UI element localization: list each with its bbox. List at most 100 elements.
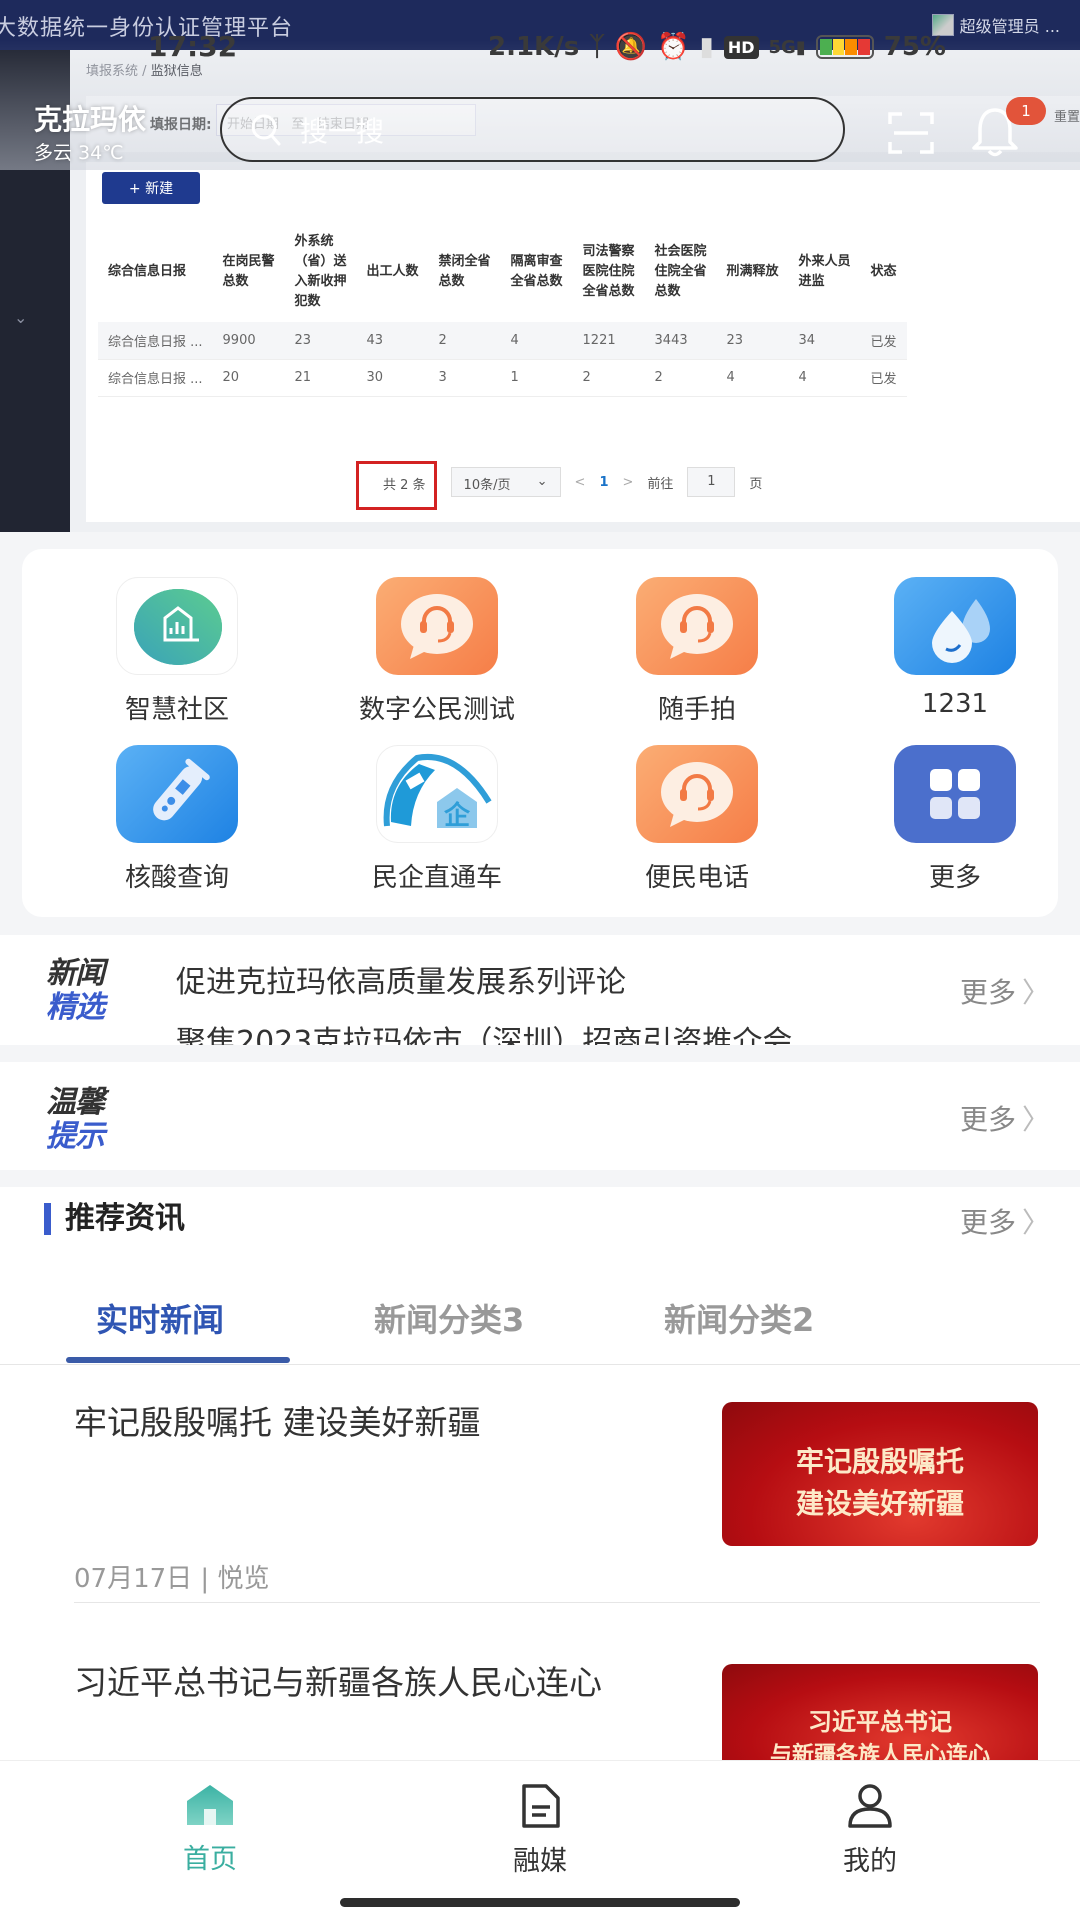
service-label: 更多 xyxy=(928,863,981,893)
hd-icon: HD xyxy=(723,35,759,59)
table-cell: 23 xyxy=(716,322,789,360)
battery-percent: 75% xyxy=(883,32,946,62)
page-size-select: 10条/页 ⌄ xyxy=(450,467,561,497)
table-header: 社会医院住院全省总数 xyxy=(654,244,707,299)
page-unit: 页 xyxy=(749,476,763,492)
table-header: 外系统（省）送入新收押犯数 xyxy=(294,234,347,309)
thumb-line: 与新疆各族人民心连心 xyxy=(769,1743,990,1760)
home-indicator[interactable] xyxy=(340,1898,740,1907)
table-header: 禁闭全省总数 xyxy=(438,254,491,289)
service-nucleic-acid-query[interactable]: 核酸查询 xyxy=(62,745,292,894)
table-cell: 2 xyxy=(428,322,501,360)
table-header: 出工人数 xyxy=(366,264,419,279)
service-smart-community[interactable]: 智慧社区 xyxy=(62,577,292,726)
nav-mine[interactable]: 我的 xyxy=(790,1783,950,1878)
service-enterprise-express[interactable]: 企 民企直通车 xyxy=(322,745,552,894)
chevron-down-icon: ⌄ xyxy=(14,308,28,327)
more-label: 更多 xyxy=(959,1206,1016,1239)
tips-logo: 温馨 提示 xyxy=(46,1086,105,1154)
news-article[interactable]: 习近平总书记与新疆各族人民心连心 习近平总书记 与新疆各族人民心连心 xyxy=(74,1660,1040,1760)
thumb-line: 建设美好新疆 xyxy=(795,1487,964,1520)
home-icon xyxy=(187,1785,233,1825)
service-label: 民企直通车 xyxy=(371,863,502,893)
current-page: 1 xyxy=(599,474,609,490)
nav-media[interactable]: 融媒 xyxy=(460,1783,620,1878)
grid-icon xyxy=(894,745,1016,843)
service-label: 数字公民测试 xyxy=(358,695,515,725)
service-label: 核酸查询 xyxy=(124,863,229,893)
tab-news-category-3[interactable]: 新闻分类3 xyxy=(374,1295,524,1341)
wifi-signal-icon: ▮ xyxy=(699,32,714,62)
goto-label: 前往 xyxy=(647,476,674,492)
tab-realtime-news[interactable]: 实时新闻 xyxy=(96,1295,224,1341)
tips-more[interactable]: 更多〉 xyxy=(960,1098,1050,1138)
headline-item[interactable]: 聚焦2023克拉玛依市（深圳）招商引资推介会 xyxy=(176,1017,792,1045)
active-tab-indicator xyxy=(66,1357,290,1363)
cell-signal-icon: 5G▮ xyxy=(768,36,806,58)
prev-page: < xyxy=(574,474,586,490)
table-header: 外来人员进监 xyxy=(798,254,851,289)
scan-icon[interactable] xyxy=(888,112,934,154)
table-row: 综合信息日报 ... 20 21 30 3 1 2 2 4 4 已发 xyxy=(98,359,907,397)
news-article[interactable]: 牢记殷殷嘱托 建设美好新疆 07月17日 | 悦览 牢记殷殷嘱托 建设美好新疆 xyxy=(74,1400,1040,1594)
table-cell: 已发 xyxy=(860,322,907,360)
service-convenience-phone[interactable]: 便民电话 xyxy=(582,745,812,894)
weather: 多云 34℃ xyxy=(34,142,124,164)
admin-table-card: + 新建 综合信息日报 在岗民警总数 外系统（省）送入新收押犯数 出工人数 禁闭全省总数… xyxy=(86,162,1080,522)
service-label: 1231 xyxy=(921,689,989,719)
table-cell: 20 xyxy=(212,359,285,397)
headset-chat-icon xyxy=(636,745,758,843)
table-header: 状态 xyxy=(870,264,897,279)
article-thumbnail: 习近平总书记 与新疆各族人民心连心 xyxy=(722,1664,1038,1760)
service-label: 随手拍 xyxy=(657,695,736,725)
tips-section: 温馨 提示 更多〉 xyxy=(0,1062,1080,1170)
table-cell: 3 xyxy=(428,359,501,397)
document-icon xyxy=(522,1784,560,1828)
chevron-right-icon: 〉 xyxy=(1021,1103,1050,1136)
search-placeholder: 搜一搜 xyxy=(300,114,385,148)
notification-badge: 1 xyxy=(1006,97,1046,125)
service-1231[interactable]: 1231 xyxy=(840,577,1070,719)
service-more[interactable]: 更多 xyxy=(840,745,1070,894)
table-header: 在岗民警总数 xyxy=(222,254,275,289)
page-size-value: 10条/页 xyxy=(463,478,511,493)
status-bar: 17:32 2.1K/s ᛉ 🔕 ⏰ ▮ HD 5G▮ 75% xyxy=(0,30,1080,70)
more-label: 更多 xyxy=(959,1103,1016,1136)
news-tabs: 实时新闻 新闻分类3 新闻分类2 xyxy=(0,1277,1080,1365)
service-snapshot[interactable]: 随手拍 xyxy=(582,577,812,726)
divider xyxy=(74,1602,1040,1603)
table-cell: 4 xyxy=(788,359,861,397)
user-icon xyxy=(848,1784,892,1828)
chevron-right-icon: 〉 xyxy=(1021,1206,1050,1239)
table-cell: 2 xyxy=(644,359,717,397)
table-cell: 9900 xyxy=(212,322,285,360)
logo-bottom: 提示 xyxy=(46,1119,105,1154)
headline-ticker: 促进克拉玛依高质量发展系列评论 聚焦2023克拉玛依市（深圳）招商引资推介会 xyxy=(0,935,900,1045)
tab-news-category-2[interactable]: 新闻分类2 xyxy=(664,1295,814,1341)
headline-item[interactable]: 促进克拉玛依高质量发展系列评论 xyxy=(176,957,626,1001)
test-tube-icon xyxy=(116,745,238,843)
nav-home[interactable]: 首页 xyxy=(130,1783,290,1876)
section-title: 推荐资讯 xyxy=(44,1203,185,1235)
table-cell: 21 xyxy=(284,359,357,397)
featured-news-more[interactable]: 更多〉 xyxy=(960,971,1050,1011)
community-icon xyxy=(116,577,238,675)
chevron-down-icon: ⌄ xyxy=(536,474,548,489)
service-label: 智慧社区 xyxy=(124,695,229,725)
table-header: 综合信息日报 xyxy=(108,264,187,279)
thumb-line: 牢记殷殷嘱托 xyxy=(795,1445,964,1478)
search-icon xyxy=(251,114,281,145)
city-name[interactable]: 克拉玛依 xyxy=(34,98,146,138)
search-input[interactable]: 搜一搜 xyxy=(220,97,845,162)
network-speed: 2.1K/s xyxy=(488,32,580,62)
banner-carousel[interactable]: 大数据统一身份认证管理平台 超级管理员 ... ⌄ 填报系统 / 监狱信息 填报… xyxy=(0,0,1080,532)
recommended-more[interactable]: 更多〉 xyxy=(960,1201,1050,1241)
article-title: 习近平总书记与新疆各族人民心连心 xyxy=(74,1663,602,1702)
table-cell: 已发 xyxy=(860,359,907,397)
service-digital-citizen-test[interactable]: 数字公民测试 xyxy=(322,577,552,726)
bottom-nav: 首页 融媒 我的 xyxy=(0,1760,1080,1920)
article-thumbnail: 牢记殷殷嘱托 建设美好新疆 xyxy=(722,1402,1038,1546)
more-label: 更多 xyxy=(959,976,1016,1009)
table-cell: 43 xyxy=(356,322,429,360)
alarm-icon: ⏰ xyxy=(657,32,690,62)
